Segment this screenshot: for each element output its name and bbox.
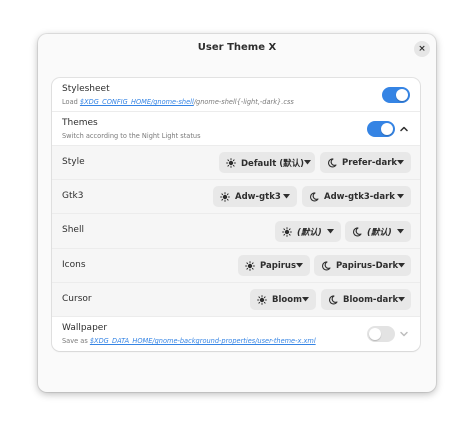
icons-dark-dropdown[interactable]: Papirus-Dark [314,255,411,276]
icons-row: Icons Papirus Papirus-Dark [52,249,420,283]
icons-light-value: Papirus [260,260,297,271]
cursor-row: Cursor Bloom Bloom-dark [52,283,420,317]
cursor-label: Cursor [62,294,92,304]
sun-icon [226,157,236,168]
cursor-dark-value: Bloom-dark [343,294,399,305]
window-title: User Theme X [197,42,277,53]
stylesheet-path-link[interactable]: $XDG_CONFIG_HOME/gnome-shell [80,98,194,106]
switch-knob [396,89,408,101]
gtk3-label: Gtk3 [62,191,84,201]
icons-dark-value: Papirus-Dark [336,260,399,271]
style-light-dropdown[interactable]: Default (默认) [219,152,315,173]
themes-switch[interactable] [367,121,395,137]
style-dark-dropdown[interactable]: Prefer-dark [320,152,411,173]
caret-down-icon [398,263,406,268]
gtk3-dark-value: Adw-gtk3-dark [324,191,395,202]
gtk3-dark-dropdown[interactable]: Adw-gtk3-dark [302,186,411,207]
close-button[interactable]: × [414,41,430,57]
wallpaper-title: Wallpaper [62,323,108,333]
stylesheet-subtitle-suffix: /gnome-shell{-light,-dark}.css [193,98,294,106]
caret-down-icon [397,194,404,199]
shell-light-dropdown[interactable]: (默认) [275,221,341,242]
moon-icon [310,191,319,201]
style-row: Style Default (默认) Prefer-dark [52,146,420,180]
sun-icon [257,294,267,305]
shell-label: Shell [62,225,84,235]
user-theme-x-window: User Theme X × Stylesheet Load $XDG_CONF… [38,34,436,392]
icons-label: Icons [62,260,86,270]
themes-title: Themes [62,118,98,128]
caret-down-icon [397,160,405,165]
caret-down-icon [296,263,304,268]
stylesheet-switch[interactable] [382,87,410,103]
stylesheet-subtitle-prefix: Load [62,98,80,106]
stylesheet-title: Stylesheet [62,84,110,94]
icons-light-dropdown[interactable]: Papirus [238,255,310,276]
sun-icon [220,191,230,202]
moon-icon [329,294,338,304]
sun-icon [245,260,255,271]
sun-icon [282,226,292,237]
stylesheet-subtitle: Load $XDG_CONFIG_HOME/gnome-shell/gnome-… [62,98,294,106]
wallpaper-subtitle: Save as $XDG_DATA_HOME/gnome-background-… [62,337,316,345]
caret-down-icon [283,194,290,199]
wallpaper-row[interactable]: Wallpaper Save as $XDG_DATA_HOME/gnome-b… [52,317,420,351]
caret-down-icon [327,229,334,234]
shell-dark-value: (默认) [367,227,392,238]
gtk3-light-dropdown[interactable]: Adw-gtk3 [213,186,297,207]
cursor-light-value: Bloom [272,294,302,305]
stylesheet-row: Stylesheet Load $XDG_CONFIG_HOME/gnome-s… [52,78,420,112]
shell-row: Shell (默认) (默认) [52,214,420,249]
moon-icon [328,157,337,167]
moon-icon [322,260,331,270]
gtk3-light-value: Adw-gtk3 [235,191,281,202]
themes-subtitle: Switch according to the Night Light stat… [62,132,201,140]
wallpaper-subtitle-prefix: Save as [62,337,90,345]
cursor-dark-dropdown[interactable]: Bloom-dark [321,289,411,310]
themes-row[interactable]: Themes Switch according to the Night Lig… [52,112,420,146]
style-label: Style [62,157,85,167]
chevron-down-icon[interactable] [399,329,409,339]
chevron-up-icon[interactable] [399,124,409,134]
style-light-value: Default (默认) [241,158,305,169]
caret-down-icon [304,160,312,165]
wallpaper-path-link[interactable]: $XDG_DATA_HOME/gnome-background-properti… [90,337,316,345]
moon-icon [353,226,362,236]
switch-knob [381,123,393,135]
cursor-light-dropdown[interactable]: Bloom [250,289,316,310]
shell-dark-dropdown[interactable]: (默认) [345,221,411,242]
settings-card: Stylesheet Load $XDG_CONFIG_HOME/gnome-s… [52,78,420,351]
caret-down-icon [302,297,309,302]
wallpaper-switch[interactable] [367,326,395,342]
title-bar: User Theme X × [38,34,436,64]
style-dark-value: Prefer-dark [342,157,398,168]
shell-light-value: (默认) [297,227,322,238]
switch-knob [369,328,381,340]
gtk3-row: Gtk3 Adw-gtk3 Adw-gtk3-dark [52,180,420,214]
caret-down-icon [397,229,404,234]
caret-down-icon [398,297,406,302]
